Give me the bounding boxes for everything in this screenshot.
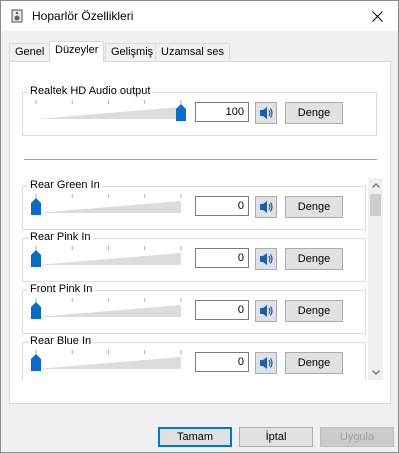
channel-volume-value[interactable]: 0 [195,196,249,216]
scroll-down-button[interactable] [368,365,383,380]
master-device-label: Realtek HD Audio output [28,85,153,97]
speaker-icon [260,253,273,265]
channel-mute-button[interactable] [255,196,277,218]
channel-mute-button[interactable] [255,248,277,270]
channel-volume-slider[interactable] [31,349,191,379]
scroll-thumb[interactable] [370,194,381,216]
master-mute-button[interactable] [255,102,277,124]
speaker-icon [260,305,273,317]
slider-track [36,253,181,265]
channel-volume-slider[interactable] [31,193,191,223]
master-volume-group: Realtek HD Audio output 100 Denge [22,85,377,136]
ok-button[interactable]: Tamam [158,427,232,447]
tab-uzamsal-ses[interactable]: Uzamsal ses [155,43,230,61]
channel-group-front-pink-in: Front Pink In 0 Denge [22,283,366,334]
channel-group-rear-blue-in: Rear Blue In 0 Denge [22,335,366,380]
channel-balance-button[interactable]: Denge [285,352,343,374]
channel-label: Rear Blue In [28,335,94,347]
slider-thumb[interactable] [176,104,186,121]
channel-volume-slider[interactable] [31,245,191,275]
slider-thumb[interactable] [31,198,41,215]
channel-mute-button[interactable] [255,300,277,322]
channel-label: Rear Pink In [28,231,93,243]
channel-label: Front Pink In [28,283,95,295]
channel-group-rear-pink-in: Rear Pink In 0 Denge [22,231,366,282]
slider-track [36,305,181,317]
cancel-button[interactable]: İptal [239,427,313,447]
channel-mute-button[interactable] [255,352,277,374]
levels-panel: Realtek HD Audio output 100 Denge Rear G… [9,61,391,404]
close-button[interactable] [356,1,398,31]
tab-duzeyler[interactable]: Düzeyler [49,41,105,62]
slider-thumb[interactable] [31,302,41,319]
apply-button[interactable]: Uygula [320,427,394,447]
speaker-icon [260,357,273,369]
slider-track [36,107,181,119]
scroll-up-button[interactable] [368,178,383,193]
channel-volume-value[interactable]: 0 [195,248,249,268]
master-volume-value[interactable]: 100 [195,102,249,122]
channel-group-rear-green-in: Rear Green In 0 Denge [22,179,366,230]
channel-list[interactable]: Rear Green In 0 Denge Rear Pink In 0 Den… [22,178,384,380]
master-volume-slider[interactable] [31,99,191,129]
channel-label: Rear Green In [28,179,102,191]
title-bar[interactable]: Hoparlör Özellikleri [1,1,398,31]
slider-thumb[interactable] [31,250,41,267]
slider-thumb[interactable] [31,354,41,371]
chevron-up-icon [371,183,380,188]
channel-balance-button[interactable]: Denge [285,300,343,322]
slider-track [36,357,181,369]
speaker-properties-window: Hoparlör Özellikleri Genel Düzeyler Geli… [0,0,399,453]
window-title: Hoparlör Özellikleri [32,9,134,23]
channel-volume-slider[interactable] [31,297,191,327]
speaker-icon [260,107,273,119]
speaker-icon [260,201,273,213]
chevron-down-icon [371,370,380,375]
channel-balance-button[interactable]: Denge [285,196,343,218]
tab-genel[interactable]: Genel [9,43,51,61]
channel-balance-button[interactable]: Denge [285,248,343,270]
divider [24,159,377,160]
close-icon [371,10,383,22]
master-balance-button[interactable]: Denge [285,102,343,124]
channel-volume-value[interactable]: 0 [195,300,249,320]
speaker-properties-icon [11,9,23,23]
tab-gelismis[interactable]: Gelişmiş [105,43,160,61]
slider-track [36,201,181,213]
vertical-scrollbar[interactable] [368,178,383,380]
channel-volume-value[interactable]: 0 [195,352,249,372]
